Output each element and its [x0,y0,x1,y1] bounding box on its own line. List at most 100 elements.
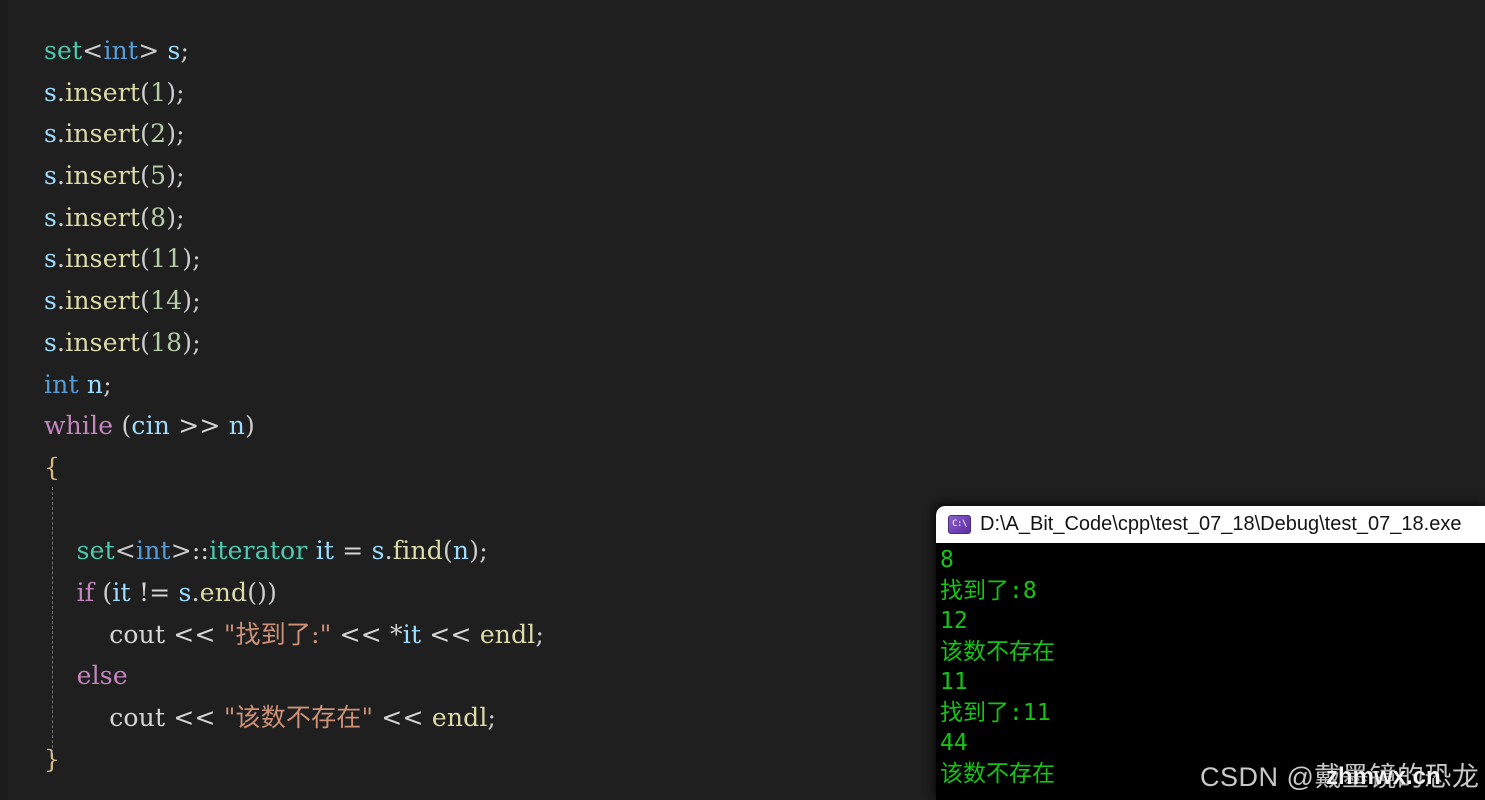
code-token: ; [479,536,488,566]
code-line: s.insert(1); [44,72,544,114]
code-token: ( [140,286,151,316]
code-token: if [76,577,95,607]
code-token: != [138,577,171,607]
code-token: s [167,36,181,65]
code-token: >:: [170,536,210,566]
code-token: = [342,536,364,566]
code-token: ) [166,119,177,149]
code-line: if (it != s.end()) [44,572,544,614]
editor-left-gutter-strip [0,0,8,800]
console-app-icon: C:\ [948,515,971,534]
code-line: else [44,655,544,697]
code-token: 18 [150,327,183,357]
code-token: >> [178,411,221,441]
code-token: ; [176,161,185,191]
indent-guide-line [52,487,53,753]
code-token: it [112,577,131,607]
console-output-text: 8 找到了:8 12 该数不存在 11 找到了:11 44 该数不存在 [940,545,1485,789]
code-token: set [44,36,83,65]
code-token: s [44,119,58,149]
code-token: ; [176,202,185,232]
console-titlebar[interactable]: C:\ D:\A_Bit_Code\cpp\test_07_18\Debug\t… [936,506,1485,543]
code-token: . [57,119,66,149]
code-token: ( [442,536,453,566]
code-token: ( [140,202,151,232]
code-token: ( [94,577,113,607]
code-token: n [86,369,104,399]
site-watermark: zhmwx.cn [1326,763,1441,790]
code-token: . [384,536,393,566]
console-output-line: 11 [940,669,968,695]
code-token: ( [113,411,132,441]
code-token: cout [109,703,166,732]
code-token: s [178,577,192,607]
code-text-area[interactable]: set<int> s; s.insert(1); s.insert(2); s.ins… [44,30,544,780]
code-token: { [44,452,61,482]
code-token: ) [166,161,177,191]
code-token: ) [166,202,177,232]
console-output-line: 8 [940,547,954,573]
code-token: . [191,577,200,607]
code-line: cout << "该数不存在" << endl; [44,697,544,739]
code-line: s.insert(18); [44,322,544,364]
code-line: s.insert(5); [44,155,544,197]
code-token: . [57,202,66,232]
code-token: end [199,577,248,607]
code-token: insert [65,119,141,149]
code-token: < [114,536,137,566]
code-token: int [44,369,79,399]
code-token: ( [140,327,151,357]
code-token: insert [65,286,141,316]
code-token: s [44,202,58,232]
code-token: * [390,619,403,649]
console-output-line: 该数不存在 [940,638,1055,665]
code-token: 8 [150,202,167,232]
code-token: ) [182,327,193,357]
code-token: s [44,161,58,191]
code-token: << [429,619,472,649]
code-token: while [44,411,114,441]
code-token: 5 [150,161,167,191]
code-token: insert [65,202,141,232]
console-output-line: 44 [940,730,968,756]
code-token: ; [192,244,201,274]
code-token: s [44,77,58,107]
code-line: s.insert(2); [44,113,544,155]
code-token: ; [487,703,497,732]
code-token: << [381,703,424,732]
code-token: << [173,619,216,649]
code-token: "找到了:" [223,619,332,649]
code-token: endl [479,619,536,649]
code-line: s.insert(14); [44,280,544,322]
code-line: set<int> s; [44,30,544,72]
code-token: . [57,244,66,274]
code-token: << [339,619,382,649]
code-token: set [76,536,115,566]
console-output-line: 找到了:8 [940,577,1037,604]
code-token: s [44,244,58,274]
code-line: { [44,447,544,489]
code-token: ; [103,369,112,399]
code-line: cout << "找到了:" << *it << endl; [44,614,544,656]
code-token: ()) [247,577,278,607]
code-token: << [173,703,216,732]
code-token: it [402,619,422,649]
code-line: s.insert(8); [44,197,544,239]
code-token: ) [182,244,193,274]
code-token: int [103,36,139,65]
code-token: insert [65,244,141,274]
